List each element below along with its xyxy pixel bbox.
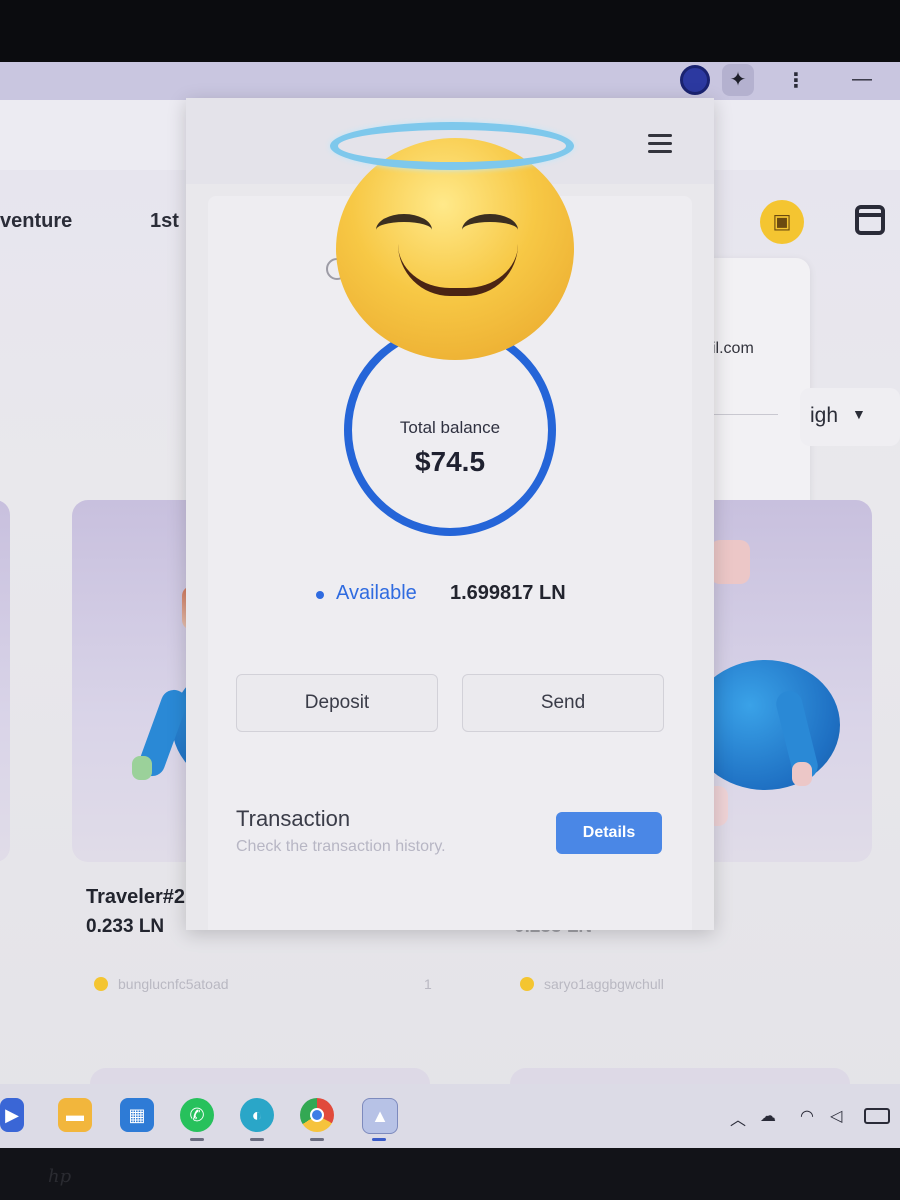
active-app-indicator [372, 1138, 386, 1141]
available-value: 1.699817 LN [450, 582, 566, 604]
wifi-icon[interactable]: ◠ [800, 1106, 814, 1126]
owner-avatar-icon [520, 977, 534, 991]
available-dot-icon [316, 591, 324, 599]
smiley-eye [376, 214, 432, 246]
file-explorer-icon[interactable]: ▬ [58, 1098, 92, 1132]
wallet-app-icon[interactable]: ▲ [362, 1098, 398, 1134]
figure-hand [132, 756, 152, 780]
chevron-up-icon[interactable]: ︿ [730, 1106, 746, 1130]
minimize-icon[interactable]: — [852, 68, 872, 91]
send-button[interactable]: Send [462, 674, 664, 732]
total-balance-label: Total balance [399, 418, 501, 437]
chrome-icon[interactable] [300, 1098, 334, 1132]
puzzle-icon[interactable]: ✦ [722, 64, 754, 96]
browser-menu-icon[interactable]: ⋮ [786, 68, 806, 93]
active-app-indicator [250, 1138, 264, 1141]
laptop-bezel-bottom: hp [0, 1148, 900, 1200]
figure-hand [792, 762, 812, 786]
microsoft-store-icon[interactable]: ▦ [120, 1098, 154, 1132]
nft-price: 0.233 LN [86, 916, 165, 937]
laptop-bezel-top [0, 0, 900, 62]
sort-select-label: igh [810, 404, 839, 427]
screen: ✦ ⋮ — venture 1st ▣ il.com igh ▼ Travele… [0, 62, 900, 1148]
divider [712, 414, 778, 415]
nft-owner[interactable]: saryo1aggbgwchull [520, 976, 664, 992]
owner-name: bunglucnfc5atoad [118, 976, 229, 992]
account-email: il.com [712, 340, 754, 357]
chevron-down-icon: ▼ [852, 406, 866, 422]
browser-toolbar: ✦ ⋮ — [0, 62, 900, 100]
nav-item-adventure[interactable]: venture [0, 210, 72, 233]
nft-count: 1 [424, 976, 432, 992]
owner-name: saryo1aggbgwchull [544, 976, 664, 992]
active-app-indicator [190, 1138, 204, 1141]
cloud-icon[interactable]: ☁ [760, 1106, 776, 1126]
robot-avatar-icon[interactable]: ▣ [760, 200, 804, 244]
details-button[interactable]: Details [556, 812, 662, 854]
zoom-app-icon[interactable]: ▶ [0, 1098, 24, 1132]
owner-avatar-icon [94, 977, 108, 991]
whatsapp-icon[interactable]: ✆ [180, 1098, 214, 1132]
nav-item-1st[interactable]: 1st [150, 210, 179, 233]
nft-card-partial[interactable] [0, 500, 10, 862]
halo-icon [330, 122, 574, 170]
total-balance-amount: $74.5 [414, 446, 486, 477]
nft-owner[interactable]: bunglucnfc5atoad [94, 976, 229, 992]
nft-title[interactable]: Traveler#2 [86, 886, 185, 909]
volume-icon[interactable]: ◁ [830, 1106, 842, 1126]
available-label: Available [336, 582, 417, 604]
deposit-button[interactable]: Deposit [236, 674, 438, 732]
figure-head [710, 540, 750, 584]
extension-avatar-icon[interactable] [680, 65, 710, 95]
smiley-eye [462, 214, 518, 246]
hamburger-menu-icon[interactable] [648, 134, 672, 154]
wallet-icon[interactable] [855, 205, 885, 235]
battery-icon[interactable] [864, 1108, 890, 1124]
transaction-title: Transaction [236, 806, 351, 831]
brand-logo-icon: hp [48, 1166, 72, 1187]
edge-icon[interactable]: ◐ [240, 1098, 274, 1132]
transaction-subtitle: Check the transaction history. [236, 838, 446, 855]
active-app-indicator [310, 1138, 324, 1141]
